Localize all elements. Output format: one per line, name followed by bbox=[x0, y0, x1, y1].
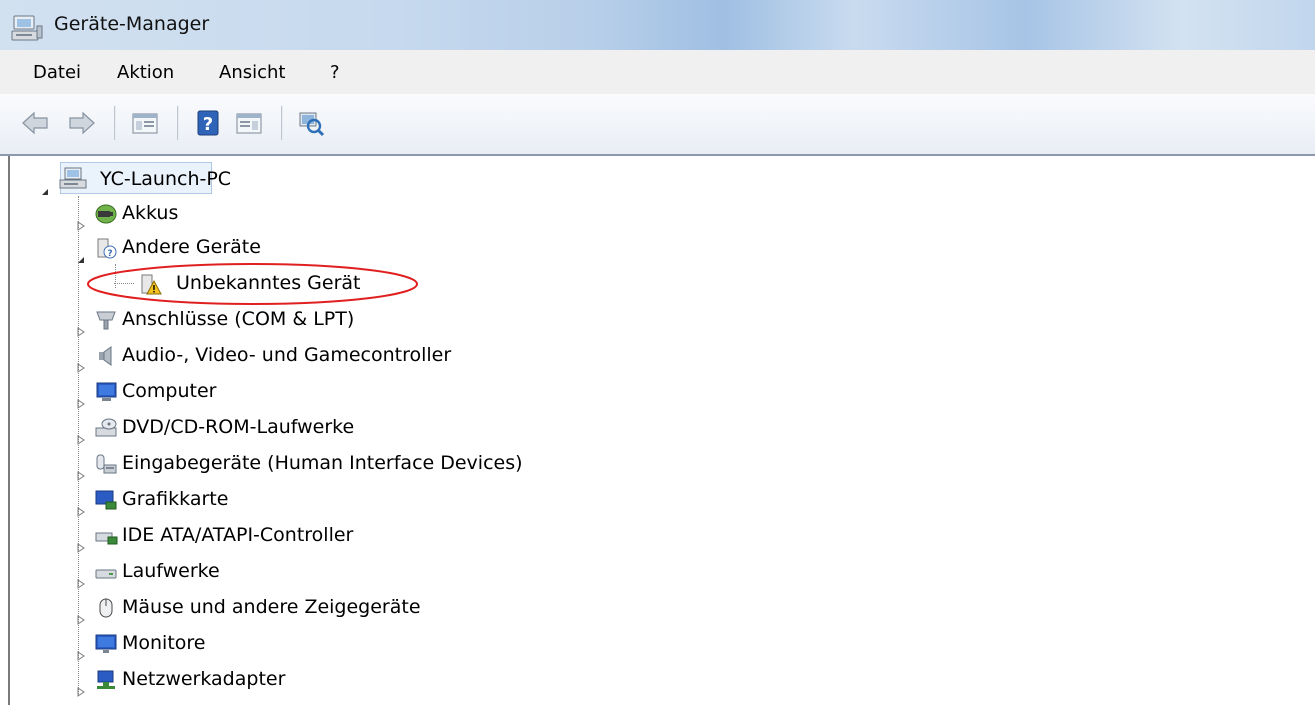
tree-node-label: Andere Geräte bbox=[122, 236, 261, 258]
collapsed-arrow-icon[interactable] bbox=[76, 530, 86, 553]
menu-bar: Datei Aktion Ansicht ? bbox=[0, 50, 1315, 94]
menu-datei[interactable]: Datei bbox=[33, 62, 81, 83]
tree-node-grafikkarte[interactable]: Grafikkarte bbox=[76, 482, 676, 517]
expanded-arrow-icon[interactable] bbox=[76, 242, 86, 263]
tree-node-monitore[interactable]: Monitore bbox=[76, 626, 676, 661]
forward-button[interactable] bbox=[67, 108, 97, 142]
menu-ansicht[interactable]: Ansicht bbox=[219, 62, 285, 83]
arrow-left-icon bbox=[22, 111, 48, 135]
help-button[interactable]: ? bbox=[193, 108, 223, 142]
collapsed-arrow-icon[interactable] bbox=[76, 314, 86, 337]
highlight-ellipse bbox=[87, 263, 418, 305]
toolbar-separator bbox=[177, 106, 179, 140]
speaker-icon bbox=[94, 344, 118, 366]
tree-node-akkus[interactable]: Akkus bbox=[76, 196, 676, 231]
disk-drive-icon bbox=[94, 560, 118, 582]
tree-node-label: Anschlüsse (COM & LPT) bbox=[122, 308, 355, 330]
tree-node-computer[interactable]: Computer bbox=[76, 374, 676, 409]
dvd-drive-icon bbox=[94, 416, 118, 438]
port-icon bbox=[94, 308, 118, 330]
collapsed-arrow-icon[interactable] bbox=[76, 208, 86, 231]
display-adapter-icon bbox=[94, 488, 118, 510]
battery-icon bbox=[94, 202, 118, 224]
tree-node-dvd[interactable]: DVD/CD-ROM-Laufwerke bbox=[76, 410, 676, 445]
back-button[interactable] bbox=[20, 108, 50, 142]
tree-node-label: Monitore bbox=[122, 632, 206, 654]
toolbar: ? bbox=[0, 94, 1315, 156]
tree-node-label: Akkus bbox=[122, 202, 179, 224]
hid-icon bbox=[94, 452, 118, 474]
tree-node-label: Laufwerke bbox=[122, 560, 220, 582]
collapsed-arrow-icon[interactable] bbox=[76, 422, 86, 445]
menu-aktion[interactable]: Aktion bbox=[117, 62, 174, 83]
tree-node-label: Grafikkarte bbox=[122, 488, 229, 510]
scan-hardware-button[interactable] bbox=[296, 108, 326, 142]
tree-node-netzwerkadapter[interactable]: Netzwerkadapter bbox=[76, 662, 676, 697]
tree-node-label: IDE ATA/ATAPI-Controller bbox=[122, 524, 354, 546]
toolbar-separator bbox=[114, 106, 116, 140]
tree-node-label: Audio-, Video- und Gamecontroller bbox=[122, 344, 452, 366]
scan-hardware-icon bbox=[299, 112, 325, 137]
tree-node-label: Mäuse und andere Zeigegeräte bbox=[122, 596, 421, 618]
ide-controller-icon bbox=[94, 524, 118, 546]
expanded-arrow-icon[interactable] bbox=[40, 174, 50, 195]
collapsed-arrow-icon[interactable] bbox=[76, 674, 86, 697]
tree-node-label: DVD/CD-ROM-Laufwerke bbox=[122, 416, 355, 438]
tree-node-label: Eingabegeräte (Human Interface Devices) bbox=[122, 452, 523, 474]
tree-root-label: YC-Launch-PC bbox=[100, 168, 232, 190]
svg-text:?: ? bbox=[107, 249, 112, 259]
help-icon: ? bbox=[197, 110, 219, 136]
tree-border bbox=[8, 156, 10, 705]
collapsed-arrow-icon[interactable] bbox=[76, 458, 86, 481]
collapsed-arrow-icon[interactable] bbox=[76, 566, 86, 589]
action-pane-button[interactable] bbox=[234, 108, 264, 142]
tree-node-eingabegeraete[interactable]: Eingabegeräte (Human Interface Devices) bbox=[76, 446, 676, 481]
tree-node-label: Netzwerkadapter bbox=[122, 668, 286, 690]
collapsed-arrow-icon[interactable] bbox=[76, 602, 86, 625]
unknown-device-icon: ? bbox=[94, 236, 118, 259]
console-tree-button[interactable] bbox=[130, 108, 160, 142]
collapsed-arrow-icon[interactable] bbox=[76, 386, 86, 409]
mouse-icon bbox=[94, 596, 118, 618]
title-bar: Geräte-Manager bbox=[0, 0, 1315, 50]
collapsed-arrow-icon[interactable] bbox=[76, 494, 86, 517]
window-title: Geräte-Manager bbox=[54, 13, 210, 35]
monitor-icon bbox=[94, 632, 118, 654]
collapsed-arrow-icon[interactable] bbox=[76, 350, 86, 373]
computer-icon bbox=[94, 380, 118, 402]
computer-network-icon bbox=[58, 167, 90, 191]
tree-node-maeuse[interactable]: Mäuse und andere Zeigegeräte bbox=[76, 590, 676, 625]
menu-help[interactable]: ? bbox=[330, 62, 340, 83]
action-pane-icon bbox=[236, 113, 262, 134]
tree-node-audio[interactable]: Audio-, Video- und Gamecontroller bbox=[76, 338, 676, 373]
tree-node-ide[interactable]: IDE ATA/ATAPI-Controller bbox=[76, 518, 676, 553]
toolbar-separator bbox=[281, 106, 283, 140]
tree-node-label: Computer bbox=[122, 380, 217, 402]
arrow-right-icon bbox=[69, 111, 95, 135]
console-tree-icon bbox=[132, 113, 158, 134]
device-manager-icon bbox=[10, 14, 44, 44]
network-adapter-icon bbox=[94, 668, 118, 690]
collapsed-arrow-icon[interactable] bbox=[76, 638, 86, 661]
tree-node-andere-geraete[interactable]: ? Andere Geräte bbox=[76, 230, 676, 264]
tree-node-anschluesse[interactable]: Anschlüsse (COM & LPT) bbox=[76, 302, 676, 337]
svg-text:?: ? bbox=[203, 114, 213, 135]
tree-root[interactable]: YC-Launch-PC bbox=[40, 162, 440, 196]
tree-node-laufwerke[interactable]: Laufwerke bbox=[76, 554, 676, 589]
